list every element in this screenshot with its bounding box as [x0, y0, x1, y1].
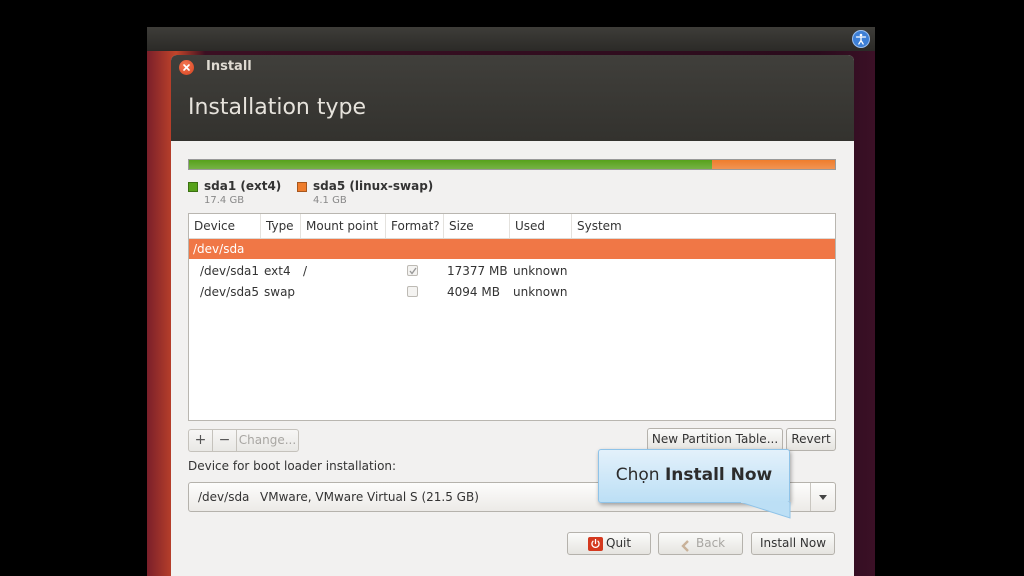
legend-size: 4.1 GB [313, 195, 347, 206]
partition-bar [188, 159, 836, 170]
legend-swatch-sda1 [188, 182, 198, 192]
column-size[interactable]: Size [444, 214, 510, 238]
partition-bar-sda1 [189, 160, 713, 169]
cell-used: unknown [513, 264, 568, 278]
cell-mount: / [303, 264, 308, 278]
back-arrow-icon [681, 538, 689, 559]
partition-table: Device Type Mount point Format? Size Use… [188, 213, 836, 421]
cell-device: /dev/sda5 [200, 285, 260, 299]
table-header: Device Type Mount point Format? Size Use… [189, 214, 835, 239]
dropdown-arrow-icon [810, 483, 835, 511]
cell-type: swap [264, 285, 296, 299]
table-row[interactable]: /dev/sda5 swap 4094 MB unknown [189, 282, 835, 302]
table-row[interactable]: /dev/sda1 ext4 / 17377 MB unknown [189, 261, 835, 281]
install-now-button[interactable]: Install Now [751, 532, 835, 555]
bootloader-label: Device for boot loader installation: [188, 459, 397, 473]
remove-partition-button[interactable]: − [213, 430, 237, 451]
quit-label: Quit [606, 536, 632, 550]
column-device[interactable]: Device [189, 214, 261, 238]
legend-label: sda5 (linux-swap) [313, 179, 434, 193]
column-mount-point[interactable]: Mount point [301, 214, 386, 238]
table-row-disk[interactable]: /dev/sda [189, 239, 835, 259]
cell-type: ext4 [264, 264, 291, 278]
disk-device: /dev/sda [193, 242, 245, 256]
format-checkbox[interactable] [407, 265, 418, 276]
legend-label: sda1 (ext4) [204, 179, 282, 193]
format-checkbox[interactable] [407, 286, 418, 297]
window-title: Install [206, 59, 252, 74]
column-used[interactable]: Used [510, 214, 572, 238]
change-partition-button[interactable]: Change... [237, 430, 298, 451]
revert-button[interactable]: Revert [786, 428, 836, 451]
quit-button[interactable]: Quit [567, 532, 651, 555]
callout-prefix: Chọn [615, 465, 665, 485]
callout-pointer [740, 502, 791, 519]
title-bar: Install Installation type [171, 55, 854, 141]
add-partition-button[interactable]: + [189, 430, 213, 451]
top-panel [147, 27, 875, 51]
column-format[interactable]: Format? [386, 214, 444, 238]
callout-emphasis: Install Now [664, 465, 773, 485]
cell-size: 17377 MB [447, 264, 508, 278]
accessibility-icon[interactable] [852, 30, 870, 48]
cell-size: 4094 MB [447, 285, 500, 299]
close-icon[interactable] [179, 60, 194, 75]
cell-used: unknown [513, 285, 568, 299]
cell-device: /dev/sda1 [200, 264, 260, 278]
new-partition-table-button[interactable]: New Partition Table... [647, 428, 783, 451]
legend-swatch-sda5 [297, 182, 307, 192]
column-type[interactable]: Type [261, 214, 301, 238]
bootloader-description: VMware, VMware Virtual S (21.5 GB) [260, 490, 479, 504]
legend-size: 17.4 GB [204, 195, 245, 206]
bootloader-device: /dev/sda [198, 490, 250, 504]
instruction-callout: Chọn Install Now [598, 449, 790, 503]
power-icon [588, 537, 603, 551]
partition-bar-sda5 [712, 160, 835, 169]
back-label: Back [696, 536, 726, 550]
partition-edit-buttons: + − Change... [188, 429, 299, 452]
column-system[interactable]: System [572, 214, 835, 238]
page-title: Installation type [188, 95, 366, 120]
back-button[interactable]: Back [658, 532, 743, 555]
